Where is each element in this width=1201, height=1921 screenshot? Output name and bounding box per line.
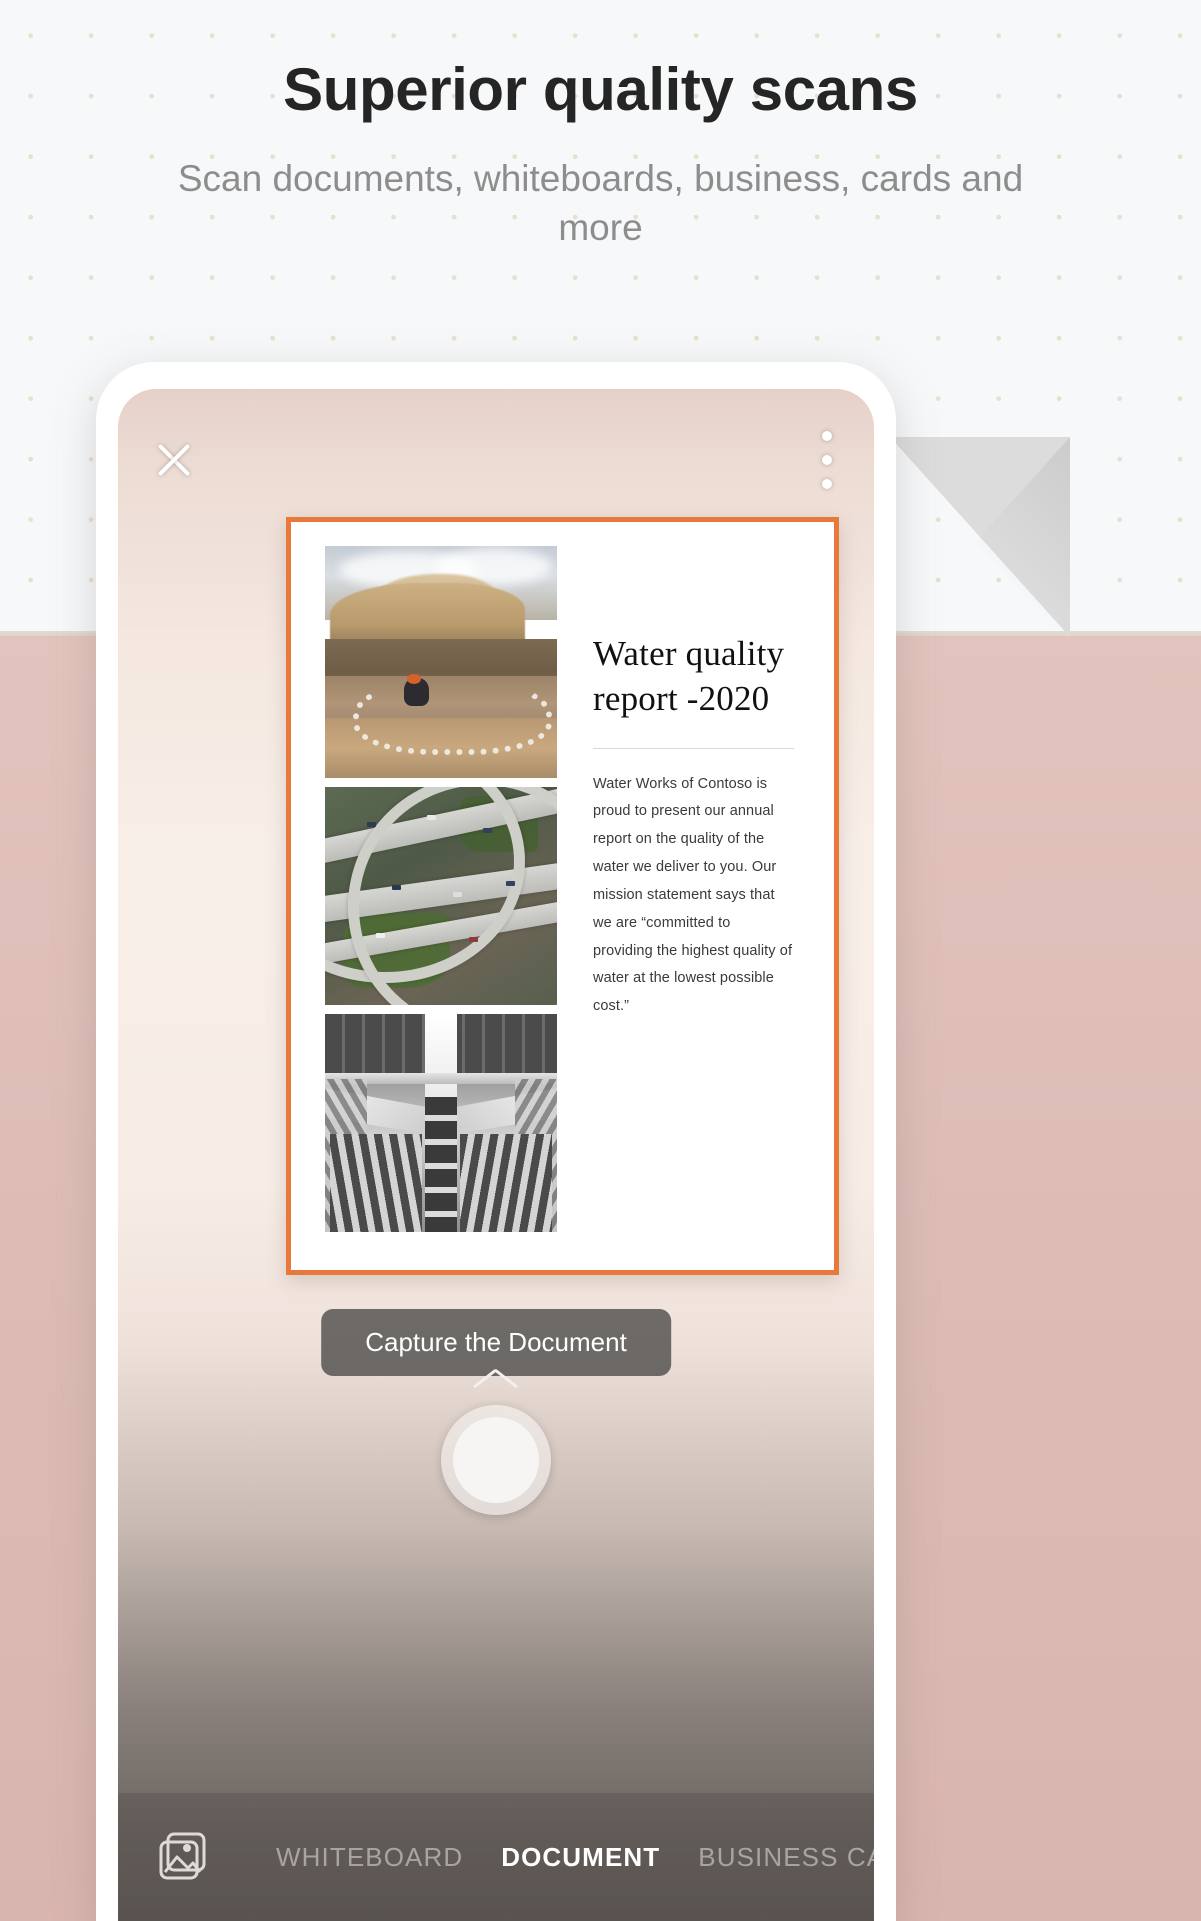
- document-photo-column: [325, 546, 557, 1258]
- page-root: Superior quality scans Scan documents, w…: [0, 0, 1201, 1921]
- page-title: Superior quality scans: [283, 56, 918, 123]
- camera-mode-list: WHITEBOARD DOCUMENT BUSINESS CARD: [276, 1842, 874, 1873]
- hero-text-block: Superior quality scans Scan documents, w…: [0, 58, 1201, 253]
- phone-mockup: Water quality report -2020 Water Works o…: [96, 362, 896, 1921]
- document-title: Water quality report -2020: [593, 634, 785, 718]
- more-vertical-icon[interactable]: [817, 431, 837, 489]
- gallery-icon[interactable]: [156, 1830, 210, 1884]
- shutter-inner: [453, 1417, 539, 1503]
- document-rule: [593, 747, 794, 749]
- document-body-text: Water Works of Contoso is proud to prese…: [593, 775, 793, 1015]
- architecture-atrium-photo: [325, 1014, 557, 1232]
- scanned-document-page: Water quality report -2020 Water Works o…: [291, 522, 834, 1270]
- document-text-column: Water quality report -2020 Water Works o…: [557, 534, 822, 1258]
- wetland-erosion-photo: [325, 546, 557, 778]
- camera-viewfinder[interactable]: Water quality report -2020 Water Works o…: [118, 389, 874, 1921]
- page-peel-decoration: [890, 437, 1070, 637]
- close-icon[interactable]: [151, 437, 197, 483]
- mode-document[interactable]: DOCUMENT: [501, 1842, 660, 1873]
- capture-hint-button[interactable]: Capture the Document: [321, 1309, 671, 1376]
- chevron-up-icon[interactable]: [473, 1369, 519, 1395]
- document-detection-frame[interactable]: Water quality report -2020 Water Works o…: [286, 517, 839, 1275]
- aerial-highway-interchange-photo: [325, 787, 557, 1005]
- mode-whiteboard[interactable]: WHITEBOARD: [276, 1842, 463, 1873]
- shutter-button[interactable]: [441, 1405, 551, 1515]
- mode-business-card[interactable]: BUSINESS CARD: [698, 1842, 874, 1873]
- page-subtitle: Scan documents, whiteboards, business, c…: [177, 158, 1024, 248]
- camera-mode-bar: WHITEBOARD DOCUMENT BUSINESS CARD: [118, 1793, 874, 1921]
